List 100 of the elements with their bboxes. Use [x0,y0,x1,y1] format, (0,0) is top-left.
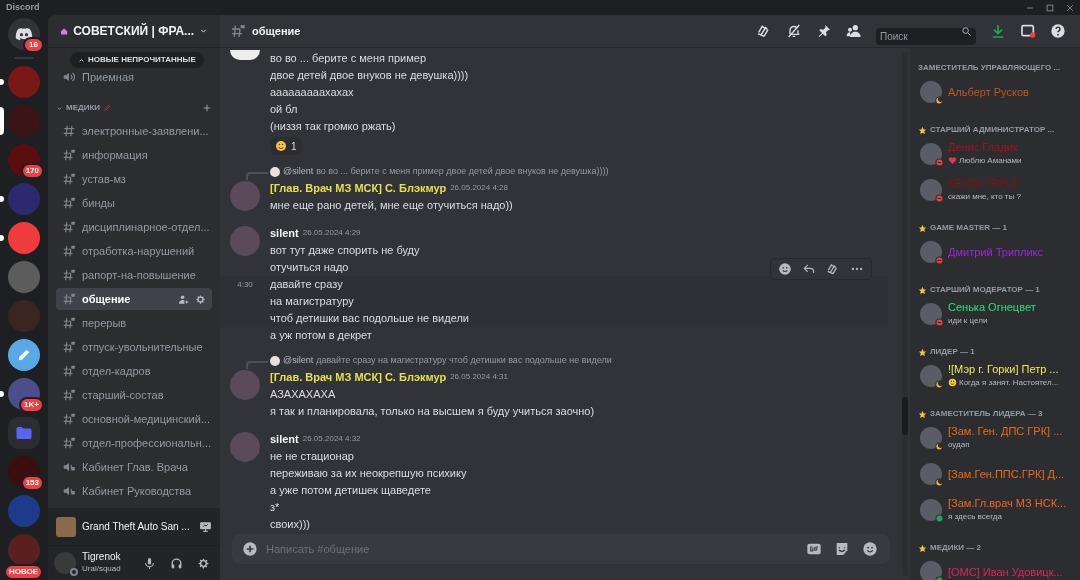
member-activity: Люблю Аманами [959,155,1022,167]
plus-icon[interactable] [242,541,258,557]
channel-name: отпуск-увольнительные [82,339,204,355]
add-member-icon[interactable] [178,293,189,305]
caret-up-icon [78,56,85,64]
server-icon[interactable] [8,339,40,371]
channel-item[interactable]: основной-медицинский... [56,408,212,430]
locked-hash-icon [62,244,76,258]
search-icon [961,25,972,37]
member-item[interactable]: KEVIN TRPLX скажи мне, кто ты ? [918,172,1072,208]
message-text: з* [270,500,280,515]
member-item[interactable]: [ОМС] Иван Удовицк... [918,554,1072,580]
channel-item[interactable]: отпуск-увольнительные [56,336,212,358]
member-item[interactable]: [Зам. Ген. ДПС ГРК] ... оудап [918,420,1072,456]
member-name: [ОМС] Иван Удовицк... [948,565,1063,579]
channel-item[interactable]: электронные-заявлени... [56,120,212,142]
home-button[interactable]: 16 [8,18,40,50]
channel-item[interactable]: рапорт-на-повышение [56,264,212,286]
channel-item[interactable]: бинды [56,192,212,214]
reaction-button[interactable]: 1 [270,137,302,155]
locked-hash-icon [62,148,76,162]
channel-item[interactable]: отдел-профессиональн... [56,432,212,454]
channel-item[interactable]: Кабинет Руководства [56,480,212,502]
unread-badge: 16 [23,37,44,53]
member-activity: я здесь всегда [948,511,1002,523]
reply-author[interactable]: @silent [283,165,314,179]
channel-item[interactable]: информация [56,144,212,166]
channel-item[interactable]: Кабинет Глав. Врача [56,456,212,478]
emoji-icon[interactable] [862,541,878,557]
game-thumbnail [56,516,76,537]
channel-item[interactable]: дисциплинарное-отдел... [56,216,212,238]
member-avatar [920,179,942,201]
reply-icon[interactable] [802,262,816,276]
locked-hash-icon [62,220,76,234]
muted-bell-icon[interactable] [786,23,802,39]
new-unreads-button[interactable]: НОВЫЕ НЕПРОЧИТАННЫЕ [70,52,204,68]
reply-preview[interactable]: давайте сразу на магистратуру чтоб детишки вас подольше не видели [316,354,612,368]
channel-name: отработка-нарушений [82,243,196,259]
search-field[interactable]: Поиск [876,27,976,45]
server-name: СОВЕТСКИЙ | ФРА... [73,22,195,40]
microphone-icon[interactable] [143,556,156,570]
channel-name: перерыв [82,315,128,331]
locked-hash-icon [62,364,76,378]
message-timestamp: 26.05.2024 4:31 [450,371,508,383]
gif-icon[interactable] [806,541,822,557]
channel-item[interactable]: перерыв [56,312,212,334]
channel-item[interactable]: Приемная [56,66,212,88]
sticker-icon[interactable] [834,541,850,557]
author-name[interactable]: [Глав. Врач МЗ МСК] С. Блэкмур [270,179,447,197]
member-item[interactable]: Сенька Огнецвет иди к цели [918,296,1072,332]
settings-icon[interactable] [197,556,210,570]
channel-item[interactable]: устав-мз [56,168,212,190]
channel-name: бинды [82,195,116,211]
message-text: давайте сразу [270,277,344,292]
settings-icon[interactable] [195,293,206,305]
channel-item[interactable]: старший-состав [56,384,212,406]
user-avatar[interactable] [230,50,260,60]
member-item[interactable]: ![Мэр г. Горки] Петр ... Когда я занят. Настоятел... [918,358,1072,394]
category-header[interactable]: МЕДИКИ [56,98,212,118]
member-activity: Когда я занят. Настоятел... [959,377,1059,389]
members-icon[interactable] [846,23,862,39]
reply-preview[interactable]: во во ... берите с меня пример двое детей двое внуков не девушка)))) [316,165,609,179]
member-avatar [920,561,942,580]
member-item[interactable]: Денис Гладик Люблю Аманами [918,136,1072,172]
channel-item[interactable]: отдел-кадров [56,360,212,382]
author-name[interactable]: silent [270,430,299,448]
member-item[interactable]: [Зам.Ген.ППС.ГРК] Д... [918,456,1072,492]
message-timestamp: 26.05.2024 4:32 [302,433,361,445]
pencil-icon [16,347,32,363]
member-item[interactable]: Альберт Русков [918,74,1072,110]
author-name[interactable]: [Глав. Врач МЗ МСК] С. Блэкмур [270,368,447,386]
member-avatar [920,463,942,485]
member-item[interactable]: [Зам.Гл.врач МЗ НСК... я здесь всегда [918,492,1072,528]
message-text: (низзя так громко ржать) [270,119,396,134]
message-text: вот тут даже спорить не буду [270,243,420,258]
message-text: не не стационар [270,449,355,464]
member-activity: скажи мне, кто ты ? [948,191,1021,203]
plus-icon[interactable] [202,103,212,113]
role-heading: СТАРШИЙ АДМИНИСТРАТОР ... [930,124,1055,136]
syringe-icon [103,104,112,112]
download-icon[interactable] [990,23,1006,39]
caret-icon [56,104,63,112]
hash-icon [62,124,76,138]
channel-item[interactable]: общение [56,288,212,310]
inbox-icon[interactable] [1020,23,1036,39]
author-name[interactable]: silent [270,224,299,242]
threads-icon[interactable] [826,262,840,276]
screen-share-icon[interactable] [199,520,212,533]
status-icon [70,568,78,576]
headphones-icon[interactable] [170,556,183,570]
pin-icon[interactable] [816,23,832,39]
help-icon[interactable] [1050,23,1066,39]
server-folder[interactable] [8,417,40,449]
reply-avatar [270,167,280,177]
channel-item[interactable]: отработка-нарушений [56,240,212,262]
scrollbar-thumb[interactable] [902,397,908,435]
reply-author[interactable]: @silent [283,354,314,368]
member-name: KEVIN TRPLX [948,177,1021,190]
role-heading: ЗАМЕСТИТЕЛЬ ЛИДЕРА — 3 [930,408,1043,420]
emoji-icon[interactable] [778,262,792,276]
